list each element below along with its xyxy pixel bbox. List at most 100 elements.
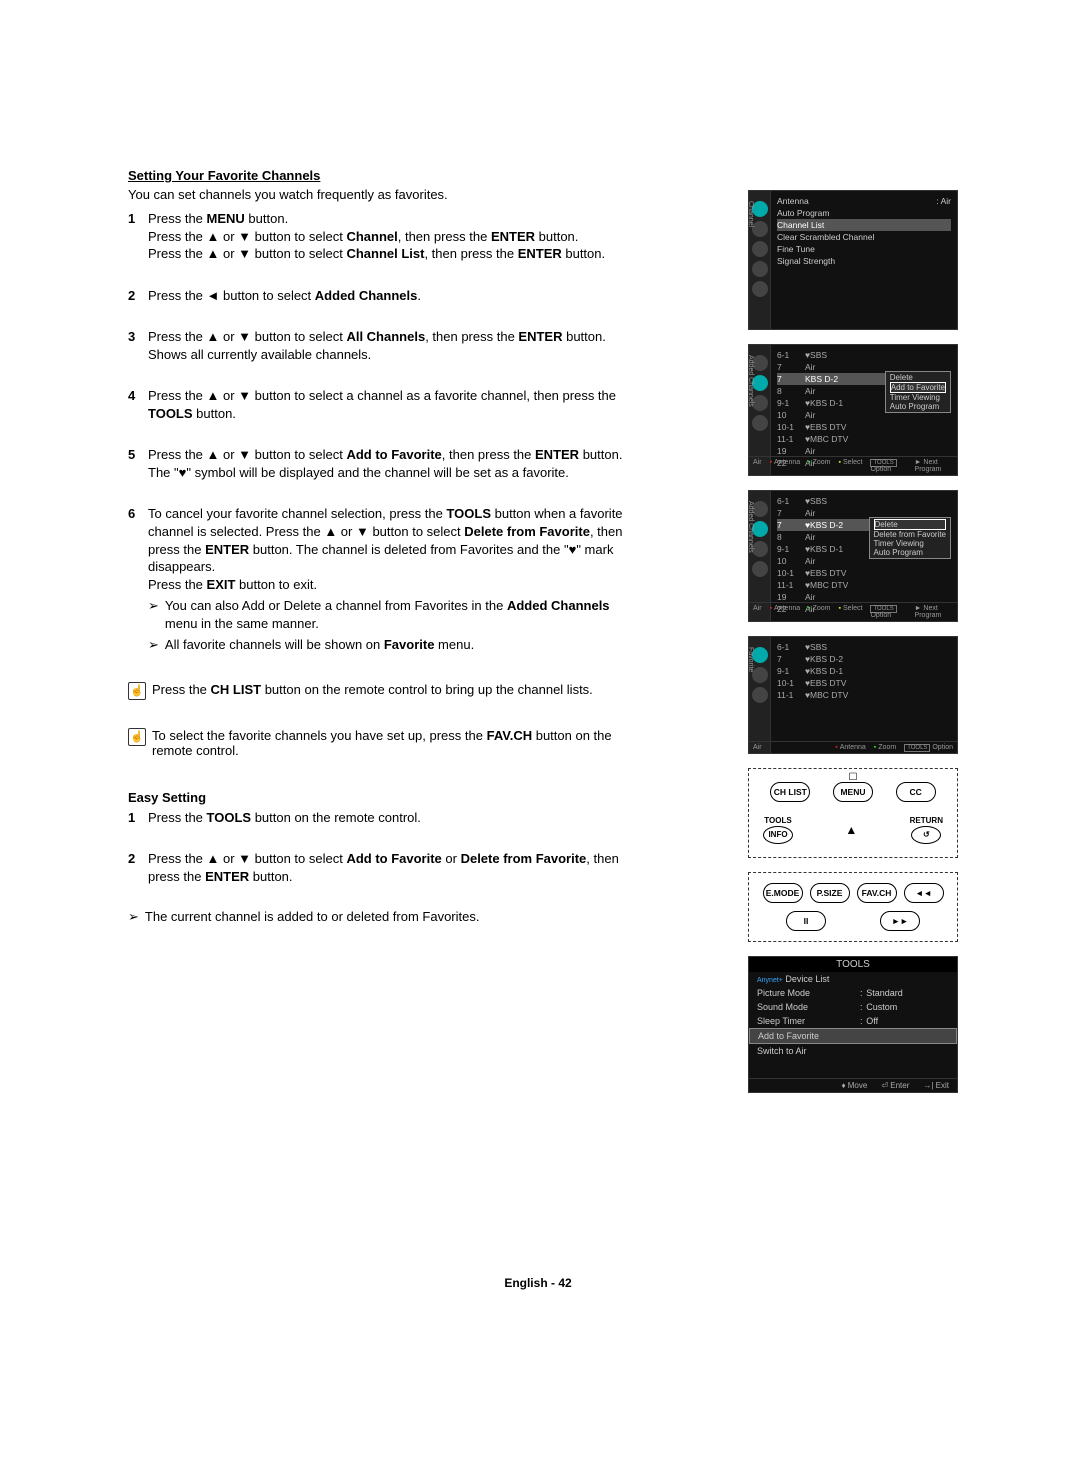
step-line: Press the ▲ or ▼ button to select Add to… (148, 446, 628, 464)
tools-row: Sound Mode:Custom (749, 1000, 957, 1014)
osd-vlabel: Added Channels (747, 501, 754, 553)
popup-item: Timer Viewing (874, 539, 946, 548)
step-line: The "♥" symbol will be displayed and the… (148, 464, 628, 482)
step-line: Press the MENU button. (148, 210, 628, 228)
easy-note: The current channel is added to or delet… (128, 909, 628, 925)
step-number: 4 (128, 387, 148, 422)
step-item: 1Press the MENU button.Press the ▲ or ▼ … (128, 210, 628, 263)
tip-text: Press the CH LIST button on the remote c… (152, 682, 593, 700)
channel-row: 11-1♥MBC DTV (777, 689, 951, 701)
step-item: 5Press the ▲ or ▼ button to select Add t… (128, 446, 628, 481)
channel-row: 6-1♥SBS (777, 641, 951, 653)
osd-footer: AirAntennaZoomSelectTOOLS Option► Next P… (749, 456, 957, 475)
step-line: Press the TOOLS button on the remote con… (148, 809, 628, 827)
tools-row: Picture Mode:Standard (749, 986, 957, 1000)
popup-item: Delete (890, 373, 946, 382)
instruction-column: Setting Your Favorite Channels You can s… (128, 168, 628, 925)
step-line: Press the EXIT button to exit. (148, 576, 628, 594)
remote-diagram-2: E.MODE P.SIZE FAV.CH ◄◄ II ►► (748, 872, 958, 942)
step-body: To cancel your favorite channel selectio… (148, 505, 628, 653)
step-item: 6To cancel your favorite channel selecti… (128, 505, 628, 653)
step-body: Press the MENU button.Press the ▲ or ▼ b… (148, 210, 628, 263)
step-body: Press the ▲ or ▼ button to select All Ch… (148, 328, 628, 363)
step-line: Press the ▲ or ▼ button to select Channe… (148, 245, 628, 263)
step-line: To cancel your favorite channel selectio… (148, 505, 628, 575)
popup-item: Auto Program (874, 548, 946, 557)
tip-text: To select the favorite channels you have… (152, 728, 628, 758)
remote-btn-favch: FAV.CH (857, 883, 897, 903)
steps-list: 1Press the MENU button.Press the ▲ or ▼ … (128, 210, 628, 654)
remote-btn-pause: II (786, 911, 826, 931)
osd-menu-item: Signal Strength (777, 255, 951, 267)
tools-footer-item: ⏎ Enter (881, 1081, 909, 1090)
hand-icon: ☝ (128, 728, 146, 746)
osd-menu-item: Channel List (777, 219, 951, 231)
hand-icon: ☝ (128, 682, 146, 700)
tools-footer-item: ♦ Move (841, 1081, 867, 1090)
step-line: Press the ▲ or ▼ button to select Channe… (148, 228, 628, 246)
osd-vlabel: Added Channels (747, 355, 754, 407)
remote-btn-ff: ►► (880, 911, 920, 931)
step-line: Press the ▲ or ▼ button to select a chan… (148, 387, 628, 422)
remote-label-return: RETURN (910, 816, 943, 825)
section-heading: Setting Your Favorite Channels (128, 168, 628, 183)
tools-row: Sleep Timer:Off (749, 1014, 957, 1028)
tip-chlist: ☝ Press the CH LIST button on the remote… (128, 682, 628, 700)
popup-item: Add to Favorite (890, 382, 946, 393)
remote-btn-return: ↺ (911, 826, 941, 844)
tab-icon (752, 261, 768, 277)
tools-footer-item: →| Exit (923, 1081, 949, 1090)
tools-row: Anynet+ Device List (749, 972, 957, 986)
tab-icon (752, 415, 768, 431)
channel-row: 10-1♥EBS DTV (777, 677, 951, 689)
osd-channel-menu: Channel Antenna: AirAuto ProgramChannel … (748, 190, 958, 330)
step-body: Press the TOOLS button on the remote con… (148, 809, 628, 827)
remote-btn-chlist: CH LIST (770, 782, 810, 802)
step-item: 2Press the ▲ or ▼ button to select Add t… (128, 850, 628, 885)
osd-favorite-list: Favorite 6-1♥SBS7♥KBS D-29-1♥KBS D-110-1… (748, 636, 958, 754)
channel-row: 10-1♥EBS DTV (777, 421, 951, 433)
step-item: 4Press the ▲ or ▼ button to select a cha… (128, 387, 628, 422)
easy-setting-heading: Easy Setting (128, 790, 628, 805)
step-number: 5 (128, 446, 148, 481)
osd-added-channels-del: Added Channels 6-1♥SBS7Air7♥KBS D-28Air9… (748, 490, 958, 622)
osd-vlabel: Favorite (747, 647, 754, 672)
channel-row: 6-1♥SBS (777, 495, 951, 507)
osd-menu-item: Fine Tune (777, 243, 951, 255)
osd-menu-item: Clear Scrambled Channel (777, 231, 951, 243)
popup-item: Delete (874, 519, 946, 530)
channel-row: 7♥KBS D-2 (777, 653, 951, 665)
tab-icon (752, 687, 768, 703)
remote-btn-menu: MENU (833, 782, 873, 802)
step-item: 1Press the TOOLS button on the remote co… (128, 809, 628, 827)
osd-footer: AirAntennaZoomSelectTOOLS Option► Next P… (749, 602, 957, 621)
step-number: 2 (128, 287, 148, 305)
remote-diagram-1: ☐ CH LIST MENU CC TOOLS INFO ▲ RETURN ↺ (748, 768, 958, 858)
intro-text: You can set channels you watch frequentl… (128, 187, 628, 202)
step-line: Shows all currently available channels. (148, 346, 628, 364)
tools-row: Switch to Air (749, 1044, 957, 1058)
tools-footer: ♦ Move ⏎ Enter →| Exit (749, 1078, 957, 1092)
step-item: 3Press the ▲ or ▼ button to select All C… (128, 328, 628, 363)
osd-menu-item: Auto Program (777, 207, 951, 219)
step-line: Press the ▲ or ▼ button to select All Ch… (148, 328, 628, 346)
remote-btn-psize: P.SIZE (810, 883, 850, 903)
channel-row: 11-1♥MBC DTV (777, 579, 951, 591)
remote-arrow-up: ▲ (845, 823, 857, 837)
osd-added-channels-add: Added Channels 6-1♥SBS7Air7KBS D-28Air9-… (748, 344, 958, 476)
step-number: 1 (128, 809, 148, 827)
step-number: 6 (128, 505, 148, 653)
remote-btn-emode: E.MODE (763, 883, 803, 903)
channel-row: 9-1♥KBS D-1 (777, 665, 951, 677)
tip-favch: ☝ To select the favorite channels you ha… (128, 728, 628, 758)
osd-tools: TOOLS Anynet+ Device ListPicture Mode:St… (748, 956, 958, 1093)
step-line: Press the ▲ or ▼ button to select Add to… (148, 850, 628, 885)
step-body: Press the ▲ or ▼ button to select Add to… (148, 446, 628, 481)
osd-popup: DeleteAdd to FavoriteTimer ViewingAuto P… (885, 371, 951, 413)
step-body: Press the ◄ button to select Added Chann… (148, 287, 628, 305)
channel-row: 6-1♥SBS (777, 349, 951, 361)
easy-steps-list: 1Press the TOOLS button on the remote co… (128, 809, 628, 886)
page-footer: English - 42 (128, 1276, 948, 1290)
osd-popup: DeleteDelete from FavoriteTimer ViewingA… (869, 517, 951, 559)
step-line: Press the ◄ button to select Added Chann… (148, 287, 628, 305)
